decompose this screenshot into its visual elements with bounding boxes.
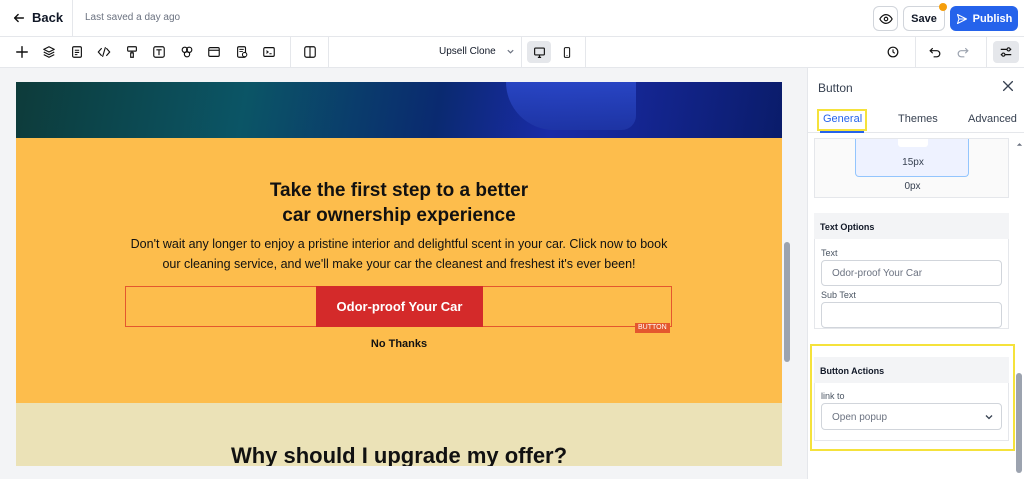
back-label: Back (32, 10, 64, 25)
tab-themes[interactable]: Themes (898, 113, 938, 125)
back-button[interactable]: Back (12, 10, 63, 25)
padding-bottom-value[interactable]: 15px (856, 157, 970, 168)
divider (290, 37, 291, 68)
page-name: Upsell Clone (439, 46, 496, 57)
divider (585, 37, 586, 68)
publish-button[interactable]: Publish (950, 6, 1018, 31)
layout-icon[interactable] (206, 44, 222, 60)
divider (986, 37, 987, 68)
split-view-icon[interactable] (302, 44, 318, 60)
divider (72, 0, 73, 37)
page-selector[interactable]: Upsell Clone (439, 46, 515, 57)
spacing-editor: 15px 0px (814, 138, 1009, 198)
text-options-header[interactable]: Text Options (814, 213, 1009, 239)
cta-description-line2: our cleaning service, and we'll make you… (162, 257, 636, 271)
form-icon[interactable] (234, 44, 250, 60)
divider (521, 37, 522, 68)
send-icon (956, 13, 967, 24)
tab-general[interactable]: General (823, 113, 862, 125)
sliders-icon (1000, 47, 1012, 57)
shapes-icon[interactable] (179, 44, 195, 60)
history-icon[interactable] (885, 44, 901, 60)
save-button[interactable]: Save (903, 6, 945, 31)
sub-text-input[interactable] (821, 302, 1002, 328)
chevron-down-icon (985, 415, 993, 420)
cta-heading-line1: Take the first step to a better (269, 180, 529, 201)
cta-button[interactable]: Odor-proof Your Car (316, 286, 483, 327)
tab-advanced[interactable]: Advanced (968, 113, 1017, 125)
page-preview: Take the first step to a better car owne… (16, 82, 782, 466)
cta-description-line1: Don't wait any longer to enjoy a pristin… (130, 237, 668, 251)
arrow-left-icon (13, 13, 25, 22)
chevron-down-icon (507, 49, 514, 54)
canvas-scrollbar-thumb[interactable] (784, 242, 790, 362)
no-thanks-link[interactable]: No Thanks (16, 338, 782, 350)
publish-label: Publish (972, 12, 1013, 25)
desktop-icon (533, 46, 545, 58)
margin-bottom-value[interactable]: 0px (815, 181, 1010, 192)
sub-text-label: Sub Text (821, 290, 856, 300)
save-status: Last saved a day ago (85, 12, 181, 23)
text-icon[interactable] (151, 44, 167, 60)
cta-heading[interactable]: Take the first step to a better car owne… (16, 178, 782, 228)
close-icon[interactable] (1001, 79, 1015, 93)
link-to-label: link to (821, 391, 845, 401)
cta-section[interactable]: Take the first step to a better car owne… (16, 138, 782, 403)
settings-toggle-button[interactable] (993, 41, 1019, 63)
divider (915, 37, 916, 68)
canvas-scrollbar[interactable] (783, 82, 791, 466)
element-type-tag: BUTTON (635, 323, 670, 333)
mobile-icon (563, 46, 571, 58)
code-icon[interactable] (96, 44, 112, 60)
scroll-up-icon[interactable] (1016, 141, 1023, 147)
unsaved-indicator (939, 3, 947, 11)
editor-toolbar: Upsell Clone (0, 37, 1024, 68)
button-actions-header[interactable]: Button Actions (814, 357, 1009, 383)
undo-icon[interactable] (927, 44, 943, 60)
top-bar: Back Last saved a day ago Save Publish (0, 0, 1024, 37)
padding-box[interactable]: 15px (855, 139, 969, 177)
cta-heading-line2: car ownership experience (282, 205, 516, 226)
panel-tabs: General Themes Advanced (808, 107, 1024, 133)
active-tab-indicator (820, 131, 864, 133)
preview-button[interactable] (873, 6, 898, 31)
content-box (898, 139, 928, 147)
terminal-icon[interactable] (261, 44, 277, 60)
redo-icon[interactable] (955, 44, 971, 60)
plus-icon[interactable] (14, 44, 30, 60)
desktop-view-button[interactable] (527, 41, 551, 63)
page-icon[interactable] (69, 44, 85, 60)
paint-icon[interactable] (124, 44, 140, 60)
text-input[interactable]: Odor-proof Your Car (821, 260, 1002, 286)
mobile-view-button[interactable] (555, 41, 579, 63)
link-to-value: Open popup (832, 412, 888, 423)
car-image (506, 82, 636, 130)
editor-canvas: Take the first step to a better car owne… (0, 68, 807, 479)
hero-image[interactable] (16, 82, 782, 138)
why-heading[interactable]: Why should I upgrade my offer? (16, 443, 782, 466)
panel-title: Button (818, 81, 853, 95)
cta-description[interactable]: Don't wait any longer to enjoy a pristin… (126, 234, 672, 274)
link-to-select[interactable]: Open popup (821, 403, 1002, 430)
properties-panel: Button General Themes Advanced 15px 0px … (807, 68, 1024, 479)
divider (328, 37, 329, 68)
panel-scrollbar[interactable] (1014, 133, 1024, 479)
panel-scrollbar-thumb[interactable] (1016, 373, 1022, 473)
eye-icon (878, 13, 893, 24)
why-section[interactable]: Why should I upgrade my offer? (16, 403, 782, 466)
text-label: Text (821, 248, 838, 258)
layers-icon[interactable] (41, 44, 57, 60)
